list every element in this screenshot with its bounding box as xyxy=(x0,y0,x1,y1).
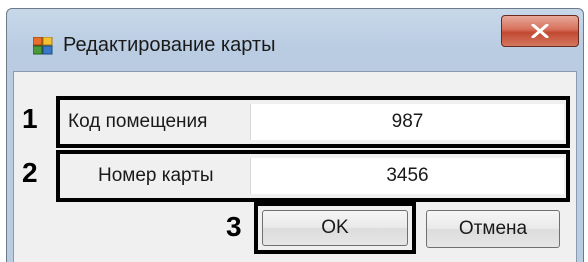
card-number-label: Номер карты xyxy=(98,165,214,186)
room-code-input[interactable]: 987 xyxy=(250,104,564,140)
annotation-number-2: 2 xyxy=(22,157,38,188)
room-code-label: Код помещения xyxy=(68,111,208,132)
annotation-number-1: 1 xyxy=(22,103,38,134)
form-window-icon xyxy=(32,36,53,55)
field-row-card-number: Номер карты 3456 xyxy=(56,150,570,202)
annotation-number-3: 3 xyxy=(226,211,242,242)
page: Редактирование карты 1 Код помещения 987… xyxy=(0,0,588,262)
dialog-window: Редактирование карты 1 Код помещения 987… xyxy=(6,8,584,262)
dialog-body: 1 Код помещения 987 2 Номер карты 3456 3… xyxy=(13,71,577,262)
field-row-room-code: Код помещения 987 xyxy=(56,96,570,148)
card-number-input[interactable]: 3456 xyxy=(250,158,564,194)
cancel-button[interactable]: Отмена xyxy=(426,210,560,248)
ok-button[interactable]: OK xyxy=(262,210,408,246)
window-title: Редактирование карты xyxy=(63,34,276,56)
title-bar[interactable]: Редактирование карты xyxy=(7,9,583,69)
ok-button-highlight: OK xyxy=(254,202,416,254)
close-button[interactable] xyxy=(501,15,579,47)
